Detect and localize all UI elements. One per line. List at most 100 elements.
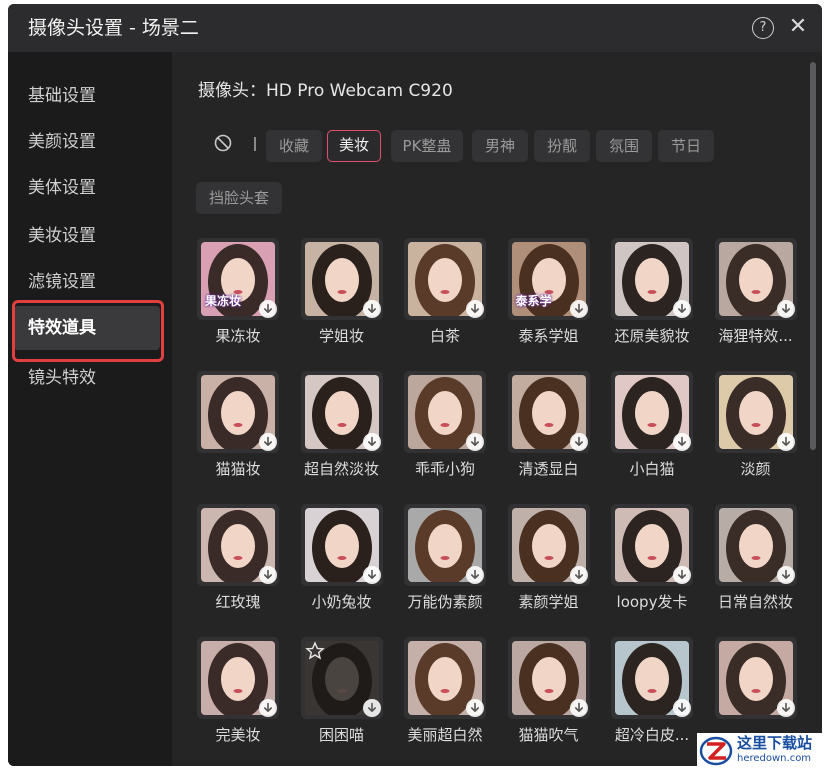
- effect-thumbnail-frame: [611, 637, 693, 719]
- effect-thumbnail-frame: [197, 637, 279, 719]
- download-icon[interactable]: [362, 699, 381, 717]
- effect-thumbnail-frame: [714, 371, 797, 453]
- watermark-text: 这里下载站: [737, 734, 813, 752]
- download-icon[interactable]: [362, 433, 381, 451]
- no-effect-icon[interactable]: [214, 134, 232, 152]
- download-icon[interactable]: [569, 433, 588, 451]
- sidebar-item-beauty[interactable]: 美颜设置: [14, 120, 160, 164]
- effect-item[interactable]: 红玫瑰: [172, 504, 282, 624]
- sidebar-item-effects[interactable]: 特效道具: [14, 306, 160, 350]
- effect-label: 日常自然妆: [717, 593, 793, 611]
- download-icon[interactable]: [259, 699, 277, 717]
- effect-item[interactable]: 清透显白: [483, 371, 593, 491]
- effect-item[interactable]: 猫猫妆: [172, 371, 282, 491]
- sidebar-item-body[interactable]: 美体设置: [14, 166, 160, 210]
- effect-thumbnail-frame: [611, 371, 693, 453]
- effect-item[interactable]: 果冻妆 果冻妆: [172, 238, 282, 358]
- download-icon[interactable]: [569, 566, 588, 584]
- sidebar-item-filter[interactable]: 滤镜设置: [14, 260, 160, 304]
- download-icon[interactable]: [259, 300, 277, 318]
- effect-item[interactable]: 超冷白皮...: [586, 637, 696, 757]
- effect-item[interactable]: 超自然淡妆: [276, 371, 386, 491]
- effect-thumbnail-frame: [197, 371, 279, 453]
- effect-thumbnail-frame: 泰系学: [507, 238, 590, 320]
- effect-thumbnail-frame: [300, 637, 383, 719]
- download-icon[interactable]: [466, 433, 484, 451]
- effect-item[interactable]: 困困喵: [276, 637, 386, 757]
- effect-thumbnail-frame: [611, 504, 693, 586]
- title-bar[interactable]: 摄像头设置 - 场景二 ? ✕: [8, 4, 822, 52]
- effect-item[interactable]: 日常自然妆: [690, 504, 800, 624]
- effect-item[interactable]: 小奶兔妆: [276, 504, 386, 624]
- tab-makeup[interactable]: 美妆: [327, 130, 381, 162]
- effect-badge: 泰系学: [515, 294, 552, 308]
- tab-face-mask[interactable]: 挡脸头套: [196, 182, 282, 214]
- effect-thumbnail-frame: [507, 637, 590, 719]
- download-icon[interactable]: [362, 566, 381, 584]
- download-icon[interactable]: [776, 566, 795, 584]
- effect-item[interactable]: 海狸特效...: [690, 238, 800, 358]
- camera-label: 摄像头：HD Pro Webcam C920: [198, 81, 453, 101]
- download-icon[interactable]: [569, 699, 588, 717]
- download-icon[interactable]: [466, 699, 484, 717]
- effect-label: 海狸特效...: [718, 327, 793, 345]
- window-title: 摄像头设置 - 场景二: [28, 17, 199, 39]
- help-icon[interactable]: ?: [752, 17, 774, 39]
- effect-thumbnail-frame: [714, 637, 797, 719]
- download-icon[interactable]: [673, 300, 691, 318]
- effect-item[interactable]: 猫猫吹气: [483, 637, 593, 757]
- tab-atmosphere[interactable]: 氛围: [596, 130, 652, 162]
- tab-divider: [254, 137, 256, 151]
- effect-item[interactable]: 万能伪素颜: [379, 504, 489, 624]
- effects-grid: 果冻妆 果冻妆 学姐妆 白茶 泰系学 泰系学姐 还原美貌妆海狸特效... 猫猫妆 超自然淡妆 乖乖…: [172, 238, 822, 766]
- download-icon[interactable]: [673, 566, 691, 584]
- effect-item[interactable]: 白茶: [379, 238, 489, 358]
- effect-thumbnail-frame: [507, 504, 590, 586]
- settings-sidebar: 基础设置 美颜设置 美体设置 美妆设置 滤镜设置 特效道具 镜头特效: [8, 52, 172, 766]
- effect-thumbnail-frame: [404, 504, 486, 586]
- download-icon[interactable]: [466, 300, 484, 318]
- download-icon[interactable]: [569, 300, 588, 318]
- effect-thumbnail-frame: [507, 371, 590, 453]
- effect-thumbnail-frame: [714, 504, 797, 586]
- z-logo-icon: [699, 735, 733, 767]
- download-icon[interactable]: [259, 566, 277, 584]
- tab-favorites[interactable]: 收藏: [266, 130, 322, 162]
- download-icon[interactable]: [673, 699, 691, 717]
- tab-holiday[interactable]: 节日: [658, 130, 714, 162]
- scrollbar[interactable]: [810, 62, 816, 450]
- effect-badge: 果冻妆: [205, 294, 242, 308]
- effect-thumbnail-frame: [300, 504, 383, 586]
- effect-item[interactable]: 泰系学 泰系学姐: [483, 238, 593, 358]
- download-icon[interactable]: [776, 433, 795, 451]
- camera-settings-window: 摄像头设置 - 场景二 ? ✕ 基础设置 美颜设置 美体设置 美妆设置 滤镜设置…: [8, 4, 822, 766]
- tab-male[interactable]: 男神: [472, 130, 528, 162]
- download-icon[interactable]: [776, 300, 795, 318]
- download-icon[interactable]: [362, 300, 381, 318]
- sidebar-item-makeup[interactable]: 美妆设置: [14, 214, 160, 258]
- effect-item[interactable]: 小白猫: [586, 371, 696, 491]
- effect-item[interactable]: 淡颜: [690, 371, 800, 491]
- sidebar-item-lens[interactable]: 镜头特效: [14, 356, 160, 400]
- download-icon[interactable]: [776, 699, 795, 717]
- download-icon[interactable]: [466, 566, 484, 584]
- effect-item[interactable]: 学姐妆: [276, 238, 386, 358]
- close-icon[interactable]: ✕: [786, 14, 810, 40]
- effect-thumbnail-frame: [611, 238, 693, 320]
- effect-item[interactable]: 还原美貌妆: [586, 238, 696, 358]
- download-icon[interactable]: [259, 433, 277, 451]
- effect-item[interactable]: 完美妆: [172, 637, 282, 757]
- tab-dressup[interactable]: 扮靓: [534, 130, 590, 162]
- effect-item[interactable]: 素颜学姐: [483, 504, 593, 624]
- effect-thumbnail-frame: 果冻妆: [197, 238, 279, 320]
- star-icon[interactable]: [304, 641, 325, 661]
- effect-item[interactable]: loopy发卡: [586, 504, 696, 624]
- effect-thumbnail-frame: [404, 637, 486, 719]
- effect-item[interactable]: 乖乖小狗: [379, 371, 489, 491]
- sidebar-item-basic[interactable]: 基础设置: [14, 74, 160, 118]
- effect-thumbnail-frame: [197, 504, 279, 586]
- effect-item[interactable]: 美丽超白然: [379, 637, 489, 757]
- download-icon[interactable]: [673, 433, 691, 451]
- effect-thumbnail-frame: [300, 371, 383, 453]
- tab-pk-prank[interactable]: PK整蛊: [391, 130, 463, 162]
